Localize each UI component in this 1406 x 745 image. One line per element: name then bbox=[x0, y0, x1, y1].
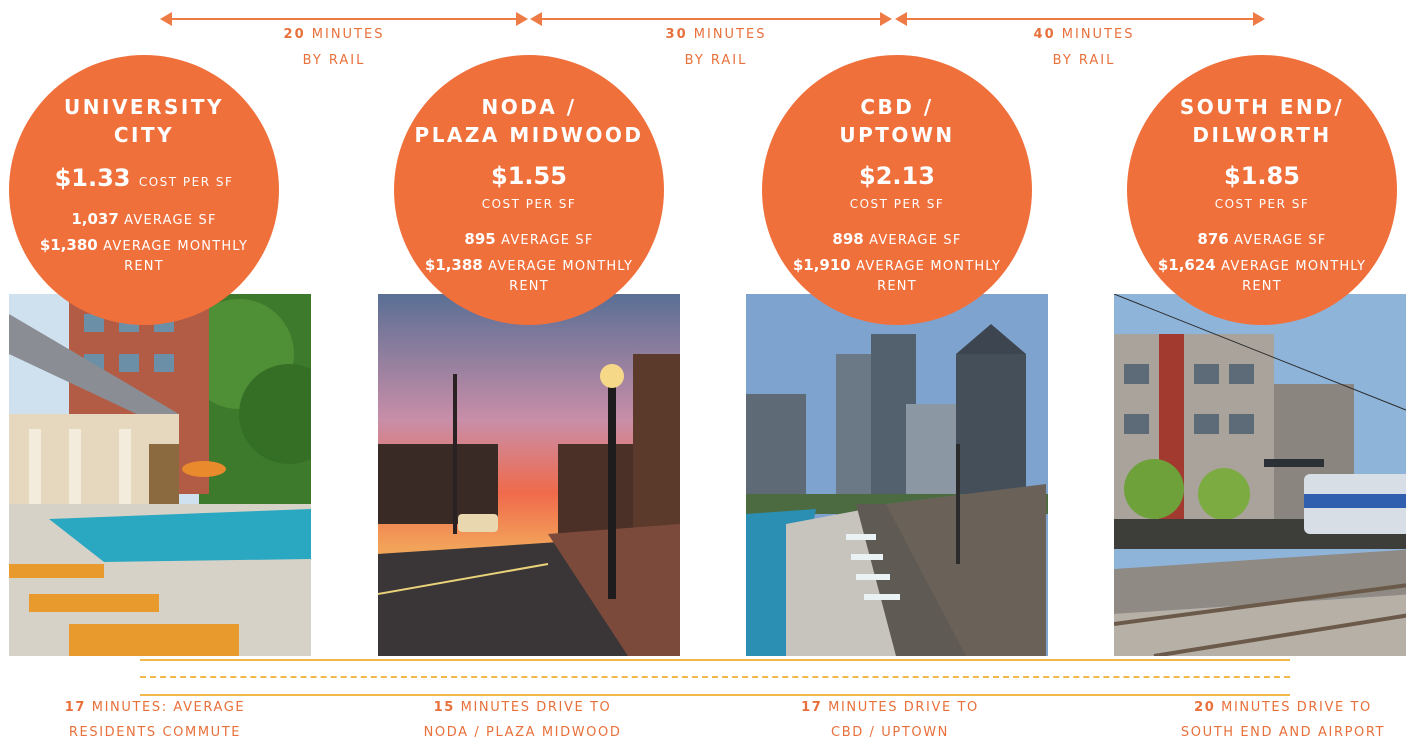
arrow-right-icon bbox=[880, 12, 892, 26]
street-sunset-photo bbox=[378, 294, 680, 656]
drive-note-1: 17 MINUTES: AVERAGE RESIDENTS COMMUTE bbox=[64, 700, 246, 740]
arrow-right-icon bbox=[1253, 12, 1265, 26]
cost-per-sf-label: COST PER SF bbox=[1214, 197, 1310, 211]
neighborhood-card-cbd-uptown: CBD / UPTOWN $2.13 COST PER SF 898 AVERA… bbox=[762, 55, 1032, 325]
average-sf: 895 AVERAGE SF bbox=[464, 230, 594, 248]
average-sf: 1,037 AVERAGE SF bbox=[71, 210, 217, 228]
pool-apartment-photo bbox=[9, 294, 311, 656]
average-rent: $1,388 AVERAGE MONTHLY RENT bbox=[424, 256, 634, 294]
rail-time-label-1: 20 MINUTES BY RAIL bbox=[283, 27, 385, 68]
arrow-right-icon bbox=[516, 12, 528, 26]
drive-note-4: 20 MINUTES DRIVE TO SOUTH END AND AIRPOR… bbox=[1180, 700, 1386, 740]
cost-per-sf-value: $2.13 bbox=[859, 162, 935, 190]
rail-time-label-3: 40 MINUTES BY RAIL bbox=[1033, 27, 1135, 68]
neighborhood-card-noda-plaza-midwood: NODA / PLAZA MIDWOOD $1.55 COST PER SF 8… bbox=[394, 55, 664, 325]
neighborhood-name: NODA / PLAZA MIDWOOD bbox=[414, 95, 644, 147]
drive-note-3: 17 MINUTES DRIVE TO CBD / UPTOWN bbox=[801, 700, 979, 740]
average-rent: $1,380 AVERAGE MONTHLY RENT bbox=[39, 236, 249, 274]
neighborhood-name: UNIVERSITY CITY bbox=[64, 95, 224, 147]
neighborhood-card-university-city: UNIVERSITY CITY $1.33 COST PER SF 1,037 … bbox=[9, 55, 279, 325]
cost-per-sf: $1.33 COST PER SF bbox=[54, 164, 234, 192]
road-line-bottom bbox=[140, 694, 1290, 696]
rail-time-label-2: 30 MINUTES BY RAIL bbox=[665, 27, 767, 68]
rooftop-skyline-photo bbox=[746, 294, 1048, 656]
cost-per-sf-label: COST PER SF bbox=[849, 197, 945, 211]
cost-per-sf-value: $1.55 bbox=[491, 162, 567, 190]
average-sf: 876 AVERAGE SF bbox=[1197, 230, 1327, 248]
light-rail-train-photo bbox=[1114, 294, 1406, 656]
neighborhood-card-south-end-dilworth: SOUTH END/ DILWORTH $1.85 COST PER SF 87… bbox=[1127, 55, 1397, 325]
neighborhood-name: SOUTH END/ DILWORTH bbox=[1179, 95, 1345, 147]
average-rent: $1,624 AVERAGE MONTHLY RENT bbox=[1157, 256, 1367, 294]
average-sf: 898 AVERAGE SF bbox=[832, 230, 962, 248]
neighborhood-name: CBD / UPTOWN bbox=[839, 95, 955, 147]
average-rent: $1,910 AVERAGE MONTHLY RENT bbox=[792, 256, 1002, 294]
drive-note-2: 15 MINUTES DRIVE TO NODA / PLAZA MIDWOOD bbox=[423, 700, 622, 740]
cost-per-sf-label: COST PER SF bbox=[481, 197, 577, 211]
road-line-center-dashed bbox=[140, 676, 1290, 678]
cost-per-sf-value: $1.85 bbox=[1224, 162, 1300, 190]
road-line-top bbox=[140, 659, 1290, 661]
